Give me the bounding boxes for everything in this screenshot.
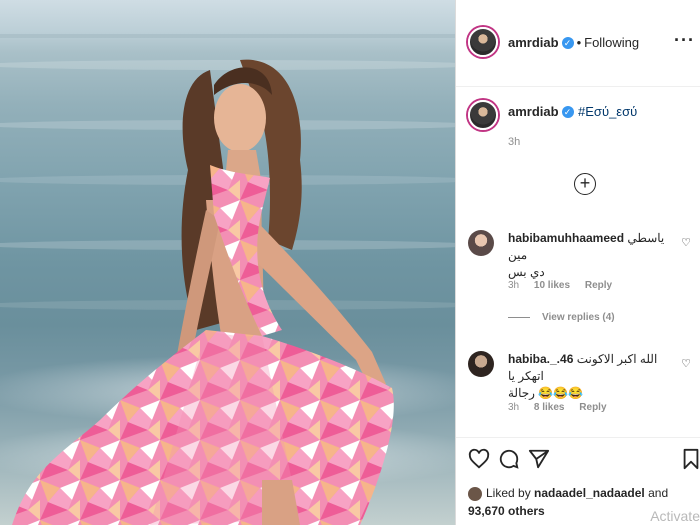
more-options-icon[interactable]: ··· (674, 30, 695, 51)
verified-badge-icon: ✓ (561, 105, 574, 118)
following-button[interactable]: Following (584, 35, 639, 50)
view-replies-button[interactable]: View replies (4) (508, 312, 615, 323)
caption-username[interactable]: amrdiab (508, 104, 559, 119)
activate-watermark: Activate (650, 508, 700, 524)
separator-dot: • (576, 35, 582, 50)
comment-username[interactable]: habibamuhhaameed (508, 231, 624, 245)
view-replies-label: View replies (4) (542, 312, 615, 323)
comment-text: habibamuhhaameed ياسطي مين دي بس (508, 230, 678, 281)
caption-avatar[interactable] (468, 100, 498, 130)
comment-body-line-2: رجالة 😂😂😂 (508, 386, 584, 400)
comment-time: 3h (508, 402, 520, 413)
comment-reply-button[interactable]: Reply (579, 402, 606, 413)
comment-likes-count[interactable]: 10 likes (534, 280, 570, 291)
post-side-panel: amrdiab ✓ • Following ··· amrdiab ✓ #Εσύ_εσύ… (455, 0, 700, 525)
likes-others-count[interactable]: 93,670 others (468, 504, 545, 518)
comment-body-line-2: دي بس (508, 265, 545, 279)
comment-username[interactable]: habiba._.46 (508, 352, 573, 366)
author-username[interactable]: amrdiab (508, 35, 559, 50)
comment-avatar[interactable] (468, 351, 494, 377)
likes-prefix: Liked by (486, 486, 531, 500)
bookmark-icon[interactable] (682, 448, 700, 470)
add-comment-icon[interactable]: + (574, 173, 596, 195)
author-avatar[interactable] (468, 27, 498, 57)
author-line: amrdiab ✓ • Following (508, 34, 639, 52)
replies-divider-line (508, 316, 530, 318)
caption-line: amrdiab ✓ #Εσύ_εσύ (508, 103, 637, 121)
liker-avatar[interactable] (468, 486, 482, 501)
likes-and: and (648, 486, 669, 500)
comment-likes-count[interactable]: 8 likes (534, 402, 565, 413)
comment-like-heart-icon[interactable]: ♡ (681, 236, 691, 249)
likes-summary: Liked by nadaadel_nadaadel and 93,670 ot… (468, 484, 668, 520)
woman-in-dress-figure (12, 59, 394, 525)
comment-avatar[interactable] (468, 230, 494, 256)
comment-meta: 3h 10 likes Reply (508, 280, 624, 291)
comment-like-heart-icon[interactable]: ♡ (681, 357, 691, 370)
post-photo (0, 0, 455, 525)
caption-hashtag[interactable]: #Εσύ_εσύ (578, 104, 637, 119)
heart-icon[interactable] (468, 448, 490, 470)
post-header: amrdiab ✓ • Following ··· (456, 0, 700, 87)
comment-meta: 3h 8 likes Reply (508, 402, 619, 413)
share-icon[interactable] (528, 448, 550, 470)
caption-timestamp: 3h (508, 136, 521, 148)
comment-time: 3h (508, 280, 520, 291)
liker-username[interactable]: nadaadel_nadaadel (534, 486, 645, 500)
comment-reply-button[interactable]: Reply (585, 280, 612, 291)
comment-text: habiba._.46 الله اكبر الاكونت اتهكر يا ر… (508, 351, 678, 402)
post-actions-bar (456, 437, 700, 482)
comment-icon[interactable] (498, 448, 520, 470)
verified-badge-icon: ✓ (561, 36, 574, 49)
